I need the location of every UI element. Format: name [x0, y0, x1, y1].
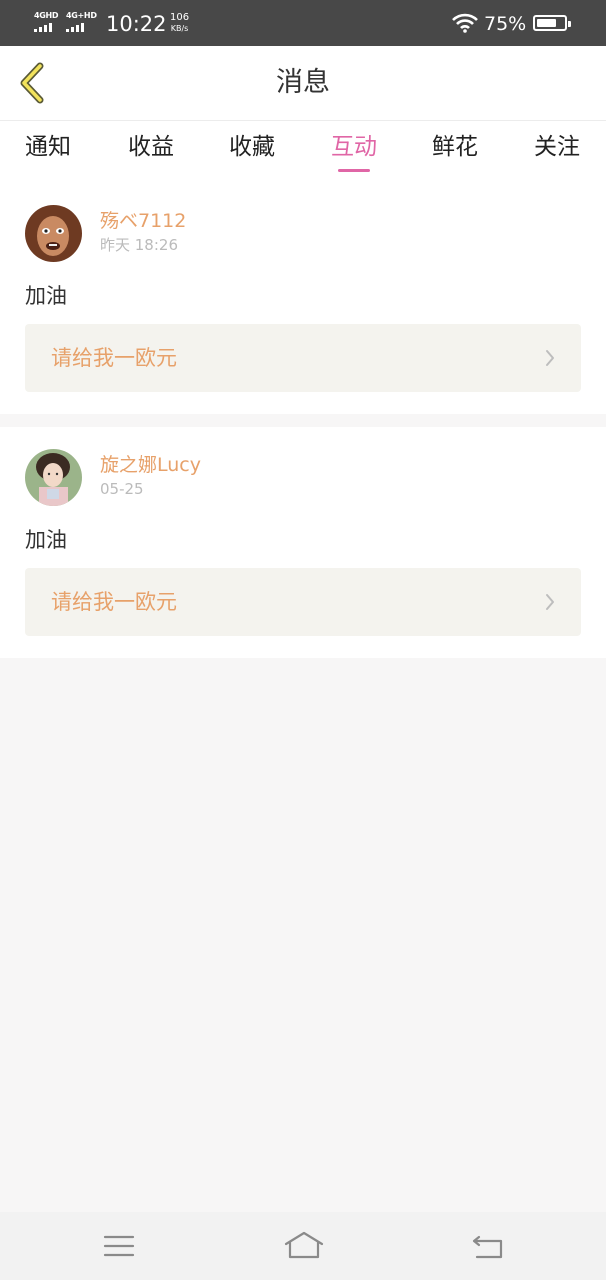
system-nav-bar — [0, 1212, 606, 1280]
page-title: 消息 — [276, 67, 330, 98]
timestamp: 昨天 18:26 — [100, 236, 178, 254]
tab-interactions[interactable]: 互动 — [314, 129, 394, 172]
tab-flowers[interactable]: 鲜花 — [415, 129, 495, 165]
tab-favorites[interactable]: 收藏 — [212, 129, 292, 165]
chevron-right-icon — [546, 594, 554, 610]
signal-sim1-icon: 4GHD — [34, 11, 59, 32]
timestamp: 05-25 — [100, 480, 144, 498]
chevron-right-icon — [546, 350, 554, 366]
back-arrow-icon[interactable] — [471, 1230, 505, 1262]
header-bar: 消息 — [0, 46, 606, 121]
battery-icon — [533, 15, 571, 31]
comment-text: 加油 — [25, 284, 67, 308]
sim2-label: 4G+HD — [66, 11, 97, 20]
sim1-label: 4GHD — [34, 11, 59, 20]
tab-label: 关注 — [534, 134, 580, 160]
linked-post[interactable]: 请给我一欧元 — [25, 568, 581, 636]
active-tab-indicator — [338, 169, 370, 172]
avatar[interactable] — [25, 449, 82, 506]
tab-notifications[interactable]: 通知 — [8, 129, 88, 165]
tab-label: 通知 — [25, 134, 71, 160]
linked-post-title: 请给我一欧元 — [51, 590, 177, 614]
comment-text: 加油 — [25, 528, 67, 552]
tab-label: 收藏 — [229, 134, 275, 160]
menu-icon[interactable] — [103, 1230, 135, 1262]
signal-sim2-icon: 4G+HD — [66, 12, 97, 32]
tab-label: 互动 — [331, 134, 377, 160]
message-card: 旋之娜Lucy 05-25 加油 请给我一欧元 — [0, 427, 606, 658]
tab-earnings[interactable]: 收益 — [111, 129, 191, 165]
wifi-icon — [452, 13, 478, 33]
battery-percent: 75% — [484, 13, 527, 35]
tab-following[interactable]: 关注 — [517, 129, 597, 165]
status-bar: 4GHD 4G+HD 10:22 106 KB/s 75% — [0, 0, 606, 46]
network-speed: 106 KB/s — [170, 12, 189, 34]
avatar[interactable] — [25, 205, 82, 262]
linked-post-title: 请给我一欧元 — [51, 346, 177, 370]
tab-label: 收益 — [128, 134, 174, 160]
speed-unit: KB/s — [170, 24, 189, 33]
username[interactable]: 旋之娜Lucy — [100, 453, 201, 477]
tab-bar: 通知 收益 收藏 互动 鲜花 关注 — [0, 121, 606, 183]
linked-post[interactable]: 请给我一欧元 — [25, 324, 581, 392]
message-card: 殇ベ7112 昨天 18:26 加油 请给我一欧元 — [0, 183, 606, 414]
speed-value: 106 — [170, 12, 190, 23]
status-time: 10:22 — [106, 12, 167, 36]
tab-label: 鲜花 — [432, 134, 478, 160]
home-icon[interactable] — [283, 1230, 325, 1262]
username[interactable]: 殇ベ7112 — [100, 209, 186, 233]
